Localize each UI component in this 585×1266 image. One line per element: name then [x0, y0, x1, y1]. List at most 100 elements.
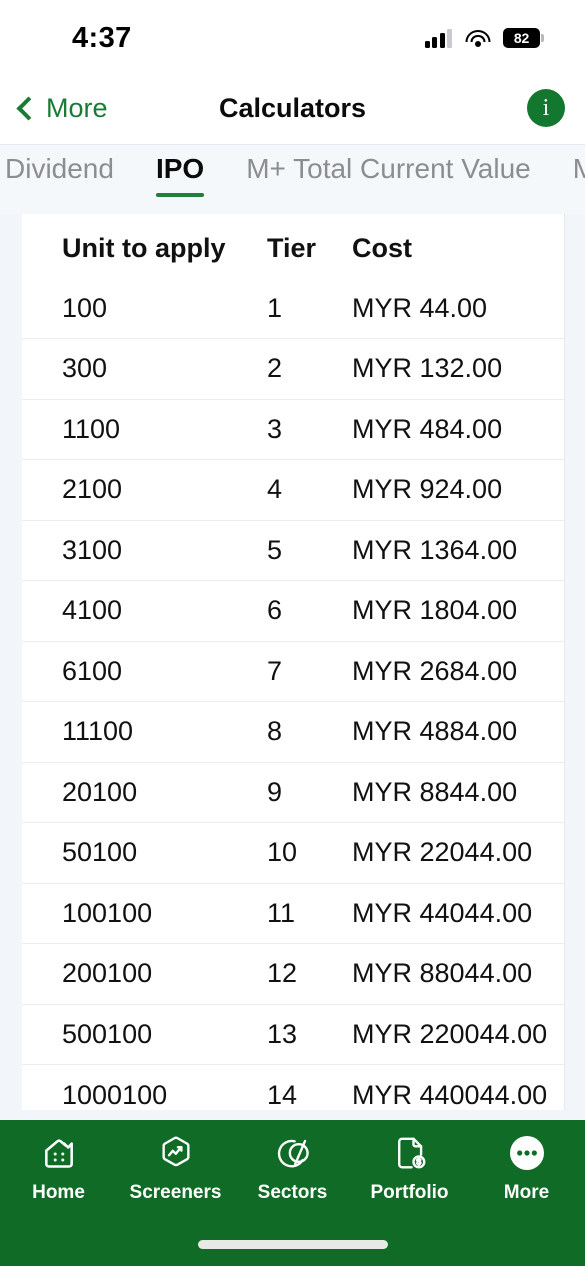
bottom-nav-label: Portfolio: [370, 1182, 449, 1203]
cell-tier: 11: [267, 897, 296, 928]
cell-unit: 100: [62, 292, 108, 323]
wifi-icon: [465, 29, 490, 48]
cell-cost: MYR 44.00: [352, 292, 488, 323]
cell-tier: 1: [267, 292, 283, 323]
table-row: 100100 11 MYR 44044.00: [22, 883, 564, 944]
cell-cost: MYR 484.00: [352, 413, 503, 444]
cell-unit: 4100: [62, 595, 123, 626]
sectors-icon: [272, 1132, 314, 1174]
bottom-nav-item-more[interactable]: More: [468, 1132, 585, 1216]
portfolio-icon: [389, 1132, 431, 1174]
bottom-nav-item-portfolio[interactable]: Portfolio: [351, 1132, 468, 1216]
tab-ipo[interactable]: IPO: [135, 145, 225, 207]
cell-cost: MYR 132.00: [352, 353, 503, 384]
cell-unit: 1100: [62, 413, 121, 444]
content-area: Unit to apply Tier Cost 100 1 MYR 44.00 300…: [0, 214, 585, 1120]
cell-unit: 3100: [62, 534, 123, 565]
cell-unit: 200100: [62, 958, 153, 989]
cell-tier: 12: [267, 958, 298, 989]
status-bar-indicators: 82: [424, 28, 544, 48]
table-row: 50100 10 MYR 22044.00: [22, 822, 564, 884]
table-row: 3100 5 MYR 1364.00: [22, 520, 564, 581]
bottom-nav-label: Home: [32, 1182, 85, 1203]
table-row: 100 1 MYR 44.00: [22, 278, 564, 339]
cell-tier: 14: [267, 1079, 298, 1110]
cell-tier: 7: [267, 655, 283, 686]
bottom-nav-item-sectors[interactable]: Sectors: [234, 1132, 351, 1216]
cell-cost: MYR 220044.00: [352, 1018, 548, 1049]
cell-unit: 50100: [62, 837, 138, 868]
status-bar-time: 4:37: [72, 21, 132, 54]
cell-cost: MYR 2684.00: [352, 655, 518, 686]
table-row: 2100 4 MYR 924.00: [22, 459, 564, 521]
cell-unit: 20100: [62, 776, 138, 807]
cell-cost: MYR 1364.00: [352, 534, 518, 565]
cell-unit: 500100: [62, 1018, 153, 1049]
table-row: 20100 9 MYR 8844.00: [22, 762, 564, 823]
cellular-signal-icon: [424, 28, 452, 48]
cell-tier: 9: [267, 776, 283, 807]
tab-m-total-current-value[interactable]: M+ Total Current Value: [225, 145, 552, 207]
navigation-bar: More Calculators i: [0, 72, 585, 144]
cell-cost: MYR 4884.00: [352, 716, 518, 747]
cell-tier: 5: [267, 534, 283, 565]
cell-tier: 6: [267, 595, 283, 626]
info-icon-glyph: i: [542, 94, 550, 121]
chevron-left-icon: [16, 95, 41, 121]
table-row: 4100 6 MYR 1804.00: [22, 580, 564, 642]
table-header-row: Unit to apply Tier Cost: [22, 214, 564, 278]
cell-tier: 4: [267, 474, 283, 505]
screeners-icon: [155, 1132, 197, 1174]
table-row: 1100 3 MYR 484.00: [22, 399, 564, 460]
back-button[interactable]: More: [14, 93, 108, 124]
table-row: 11100 8 MYR 4884.00: [22, 701, 564, 763]
cell-tier: 3: [267, 413, 283, 444]
cell-tier: 8: [267, 716, 283, 747]
back-button-label: More: [46, 92, 108, 123]
table-row: 6100 7 MYR 2684.00: [22, 641, 564, 702]
cell-unit: 2100: [62, 474, 123, 505]
battery-icon: 82: [503, 28, 544, 48]
table-body: 100 1 MYR 44.00 300 2 MYR 132.00 1100 3 MYR 484.…: [22, 278, 564, 1110]
bottom-nav-label: Sectors: [257, 1182, 328, 1203]
more-icon: [506, 1132, 548, 1174]
bottom-navigation-bar: Home Screeners Sectors Portfolio More: [0, 1120, 585, 1266]
bottom-nav-label: More: [503, 1182, 550, 1203]
ipo-tier-table: Unit to apply Tier Cost 100 1 MYR 44.00 300…: [22, 214, 564, 1110]
bottom-nav-item-home[interactable]: Home: [0, 1132, 117, 1216]
cell-cost: MYR 88044.00: [352, 958, 533, 989]
cell-tier: 2: [267, 353, 283, 384]
column-header-unit: Unit to apply: [62, 232, 226, 263]
ipo-tier-card: Unit to apply Tier Cost 100 1 MYR 44.00 300…: [22, 214, 565, 1110]
status-bar: 4:37 82: [0, 0, 585, 72]
home-icon: [38, 1132, 80, 1174]
cell-tier: 13: [267, 1018, 298, 1049]
home-indicator: [197, 1240, 388, 1249]
cell-unit: 1000100: [62, 1079, 168, 1110]
column-header-tier: Tier: [267, 232, 317, 263]
tab-m[interactable]: M+: [552, 145, 585, 207]
cell-unit: 300: [62, 353, 108, 384]
cell-cost: MYR 440044.00: [352, 1079, 548, 1110]
cell-cost: MYR 22044.00: [352, 837, 533, 868]
bottom-nav-item-screeners[interactable]: Screeners: [117, 1132, 234, 1216]
cell-tier: 10: [267, 837, 298, 868]
table-row: 1000100 14 MYR 440044.00: [22, 1064, 564, 1111]
tab-dividend[interactable]: Dividend: [0, 145, 135, 207]
battery-level: 82: [513, 30, 530, 46]
cell-unit: 11100: [62, 716, 134, 747]
cell-unit: 100100: [62, 897, 153, 928]
tab-strip[interactable]: DividendIPOM+ Total Current ValueM+: [0, 145, 585, 207]
bottom-nav-label: Screeners: [129, 1182, 222, 1203]
info-icon[interactable]: i: [527, 89, 565, 127]
cell-cost: MYR 8844.00: [352, 776, 518, 807]
table-row: 300 2 MYR 132.00: [22, 338, 564, 400]
table-row: 500100 13 MYR 220044.00: [22, 1004, 564, 1065]
cell-cost: MYR 924.00: [352, 474, 503, 505]
cell-cost: MYR 1804.00: [352, 595, 518, 626]
column-header-cost: Cost: [352, 232, 412, 263]
cell-cost: MYR 44044.00: [352, 897, 533, 928]
cell-unit: 6100: [62, 655, 123, 686]
table-row: 200100 12 MYR 88044.00: [22, 943, 564, 1005]
calculator-tabs[interactable]: DividendIPOM+ Total Current ValueM+: [0, 144, 585, 214]
